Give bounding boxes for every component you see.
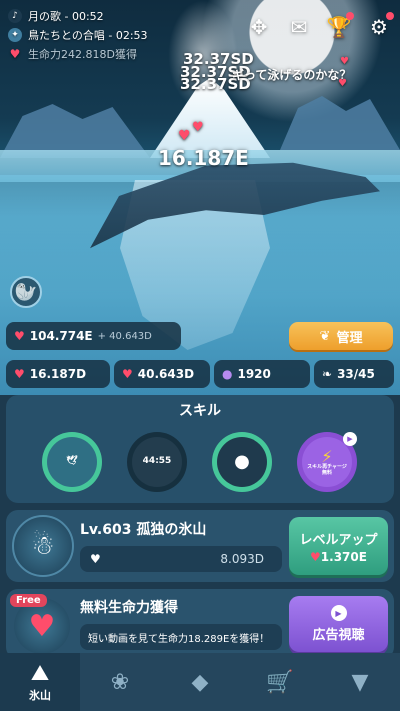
tap-stat: ♥ 16.187D bbox=[6, 360, 110, 388]
life-gain-status: ♥ 生命力242.818D獲得 bbox=[8, 46, 137, 62]
nav-fish[interactable]: ◆ bbox=[160, 653, 240, 711]
seal-avatar[interactable]: 🦭 bbox=[10, 276, 42, 308]
pearl-stat: ● 1920 bbox=[214, 360, 310, 388]
level-up-button[interactable]: レベルアップ ♥1.370E bbox=[289, 517, 388, 575]
heart-icon: ♥ bbox=[90, 552, 101, 566]
heart-icon: ♥ bbox=[9, 47, 21, 61]
manage-button[interactable]: ❦ 管理 bbox=[289, 322, 393, 350]
nav-iceberg-label: 氷山 bbox=[29, 689, 51, 702]
heart-clock-icon: ♥ bbox=[122, 367, 133, 381]
nav-iceberg[interactable]: ⛰ 氷山 bbox=[0, 653, 80, 711]
heart-icon: ♥ bbox=[14, 329, 25, 343]
feather-icon: ❧ bbox=[322, 367, 333, 381]
level-value: 8.093D bbox=[220, 552, 264, 566]
level-up-cost: ♥1.370E bbox=[310, 550, 367, 564]
iceberg-avatar: ☃ bbox=[12, 515, 74, 577]
manage-label: 管理 bbox=[336, 330, 363, 346]
coral-icon: ❀ bbox=[110, 669, 130, 695]
nav-shop[interactable]: 🛒 bbox=[240, 653, 320, 711]
lightning-icon: ⚡ bbox=[321, 446, 333, 466]
play-icon: ▶ bbox=[343, 432, 357, 446]
notification-dot bbox=[346, 12, 354, 20]
pearl-value: 1920 bbox=[237, 367, 271, 381]
distant-iceberg bbox=[280, 96, 400, 150]
skill-recharge-inner: ⚡ スキル再チャージ 無料 bbox=[302, 437, 352, 487]
distant-iceberg bbox=[0, 104, 150, 158]
life-rate: + 40.643D bbox=[97, 330, 152, 342]
cost-value: 1.370E bbox=[320, 549, 367, 564]
heart-tap-icon: ♥ bbox=[14, 367, 25, 381]
per-second-stat: ♥ 40.643D bbox=[114, 360, 210, 388]
play-icon: ▶ bbox=[330, 605, 347, 621]
move-icon[interactable]: ✥ bbox=[246, 14, 272, 40]
gear-icon[interactable]: ⚙ bbox=[366, 12, 394, 40]
feather-stat: ❧ 33/45 bbox=[314, 360, 394, 388]
heart-icon: ♥ bbox=[310, 549, 321, 564]
choir-status: ✦ 鳥たちとの合唱 - 02:53 bbox=[8, 27, 148, 43]
nav-coral[interactable]: ❀ bbox=[80, 653, 160, 711]
cart-icon: 🛒 bbox=[266, 669, 294, 695]
feather-value: 33/45 bbox=[337, 367, 375, 381]
level-title: Lv.603 孤独の氷山 bbox=[80, 522, 207, 538]
top-toolbar: ✥ ✉ 🏆 ⚙ bbox=[246, 12, 394, 40]
fish-icon: ◆ bbox=[191, 669, 209, 695]
skill-moon[interactable]: ● bbox=[212, 432, 272, 492]
trophy-icon[interactable]: 🏆 bbox=[326, 12, 354, 40]
watch-ad-button[interactable]: ▶ 広告視聴 bbox=[289, 596, 388, 652]
free-badge: Free bbox=[10, 594, 47, 607]
recharge-sub: 無料 bbox=[321, 469, 332, 476]
free-description: 短い動画を見て生命力18.289Eを獲得！ bbox=[80, 624, 282, 650]
choir-label: 鳥たちとの合唱 - 02:53 bbox=[28, 29, 148, 42]
notification-dot bbox=[386, 12, 394, 20]
song-label: 月の歌 - 00:52 bbox=[28, 10, 104, 23]
bird-icon: ✦ bbox=[8, 28, 22, 42]
bottom-nav: ⛰ 氷山 ❀ ◆ 🛒 ▼ bbox=[0, 653, 400, 711]
life-gain-label: 生命力242.818D獲得 bbox=[28, 48, 137, 61]
iceberg-icon: ⛰ bbox=[30, 661, 50, 686]
skill-title: スキル bbox=[179, 403, 221, 419]
life-stat: ♥ 104.774E + 40.643D bbox=[6, 322, 181, 350]
leaf-icon: ❦ bbox=[319, 328, 331, 344]
skill-timer: 44:55 bbox=[132, 437, 182, 487]
music-note-icon: ♪ bbox=[8, 9, 22, 23]
level-up-label: レベルアップ bbox=[299, 532, 378, 548]
heart-icon: ♥ bbox=[338, 78, 347, 89]
nav-collapse[interactable]: ▼ bbox=[320, 653, 400, 711]
song-status: ♪ 月の歌 - 00:52 bbox=[8, 8, 104, 24]
free-title: 無料生命力獲得 bbox=[80, 600, 178, 616]
watch-ad-label: 広告視聴 bbox=[312, 628, 365, 643]
per-second-value: 40.643D bbox=[137, 367, 195, 381]
pearl-icon: ● bbox=[222, 367, 233, 381]
moon-icon: ● bbox=[217, 437, 267, 487]
chevron-down-icon: ▼ bbox=[351, 669, 369, 695]
skill-whale[interactable]: 44:55 bbox=[127, 432, 187, 492]
birds-mountain-icon: 🕊 bbox=[47, 437, 97, 487]
life-value: 104.774E bbox=[29, 329, 93, 343]
skill-birds[interactable]: 🕊 bbox=[42, 432, 102, 492]
heart-icon: ♥ bbox=[178, 128, 191, 144]
mail-icon[interactable]: ✉ bbox=[286, 14, 312, 40]
level-value-box: ♥ 8.093D bbox=[80, 546, 282, 572]
total-gain-text: 16.187E bbox=[158, 146, 249, 170]
tap-value: 16.187D bbox=[29, 367, 87, 381]
heart-icon: ♥ bbox=[340, 56, 349, 67]
heart-icon: ♥ bbox=[192, 120, 204, 135]
speech-text: ギって泳げるのかな？ bbox=[232, 68, 352, 82]
